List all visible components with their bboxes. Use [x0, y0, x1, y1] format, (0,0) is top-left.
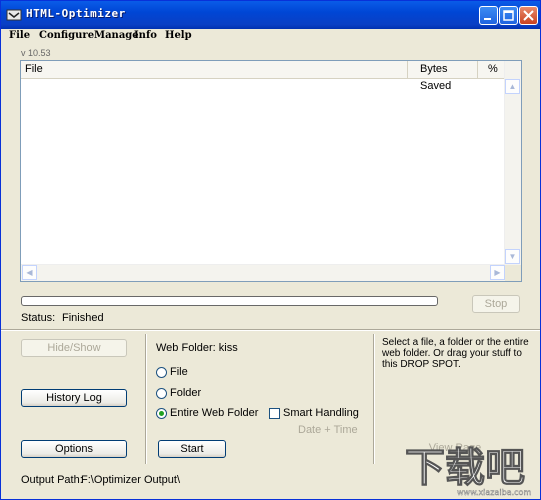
- close-icon: [523, 10, 534, 21]
- start-button[interactable]: Start: [158, 440, 226, 458]
- column-header-percent[interactable]: %: [478, 61, 505, 78]
- date-time-label: Date + Time: [298, 424, 358, 436]
- output-path-value: F:\Optimizer Output\: [81, 474, 181, 486]
- scroll-corner: [505, 265, 521, 281]
- menu-info[interactable]: Info: [134, 29, 157, 43]
- svg-text:www.xiazaiba.com: www.xiazaiba.com: [457, 488, 531, 497]
- radio-folder-label[interactable]: Folder: [170, 387, 201, 399]
- scroll-up-icon[interactable]: ▲: [505, 79, 520, 94]
- column-header-file[interactable]: File: [21, 61, 408, 78]
- scroll-right-icon[interactable]: ▶: [490, 265, 505, 280]
- separator-left: [145, 334, 147, 464]
- smart-handling-checkbox[interactable]: Smart Handling: [269, 407, 369, 421]
- scroll-down-icon[interactable]: ▼: [505, 249, 520, 264]
- options-button[interactable]: Options: [21, 440, 127, 458]
- title-bar[interactable]: HTML-Optimizer: [1, 1, 540, 29]
- version-label: v 10.53: [21, 48, 51, 58]
- minimize-button[interactable]: [479, 6, 498, 25]
- vertical-scrollbar[interactable]: ▲ ▼: [504, 61, 521, 265]
- maximize-icon: [503, 10, 514, 21]
- output-path-label: Output Path:: [21, 474, 83, 486]
- radio-entire-button[interactable]: [156, 408, 167, 419]
- app-window: HTML-Optimizer File Configure Manage Inf…: [0, 0, 541, 500]
- list-header: File Bytes Saved %: [21, 61, 505, 92]
- radio-folder[interactable]: Folder: [156, 387, 356, 401]
- horizontal-scrollbar[interactable]: ◀ ▶: [21, 264, 505, 281]
- smart-handling-box[interactable]: [269, 408, 280, 419]
- app-icon: [6, 9, 22, 21]
- close-button[interactable]: [519, 6, 538, 25]
- menu-manage[interactable]: Manage: [94, 29, 139, 43]
- column-header-bytes-saved[interactable]: Bytes Saved: [408, 61, 478, 92]
- divider: [1, 329, 540, 331]
- separator-right: [373, 334, 375, 464]
- window-title: HTML-Optimizer: [26, 7, 126, 20]
- radio-file[interactable]: File: [156, 366, 356, 380]
- web-folder-label: Web Folder: kiss: [156, 342, 238, 354]
- history-log-button[interactable]: History Log: [21, 389, 127, 407]
- maximize-button[interactable]: [499, 6, 518, 25]
- smart-handling-label[interactable]: Smart Handling: [283, 407, 359, 419]
- minimize-icon: [484, 18, 491, 20]
- svg-text:下载吧: 下载吧: [405, 445, 525, 491]
- watermark-logo: 下载吧 www.xiazaiba.com: [405, 445, 532, 498]
- help-text: Select a file, a folder or the entire we…: [382, 337, 529, 370]
- status-label: Status:: [21, 312, 56, 324]
- scroll-left-icon[interactable]: ◀: [22, 265, 37, 280]
- radio-folder-button[interactable]: [156, 388, 167, 399]
- hide-show-button[interactable]: Hide/Show: [21, 339, 127, 357]
- menu-file[interactable]: File: [9, 29, 30, 43]
- progress-bar: [21, 296, 438, 306]
- menu-bar: File Configure Manage Info Help: [1, 29, 540, 45]
- radio-entire-label[interactable]: Entire Web Folder: [170, 407, 258, 419]
- stop-button[interactable]: Stop: [472, 295, 520, 313]
- radio-file-label[interactable]: File: [170, 366, 188, 378]
- file-list[interactable]: File Bytes Saved % ▲ ▼ ◀ ▶: [20, 60, 522, 282]
- menu-help[interactable]: Help: [165, 29, 192, 43]
- menu-configure[interactable]: Configure: [39, 29, 94, 43]
- status-value: Finished: [62, 312, 104, 324]
- radio-file-button[interactable]: [156, 367, 167, 378]
